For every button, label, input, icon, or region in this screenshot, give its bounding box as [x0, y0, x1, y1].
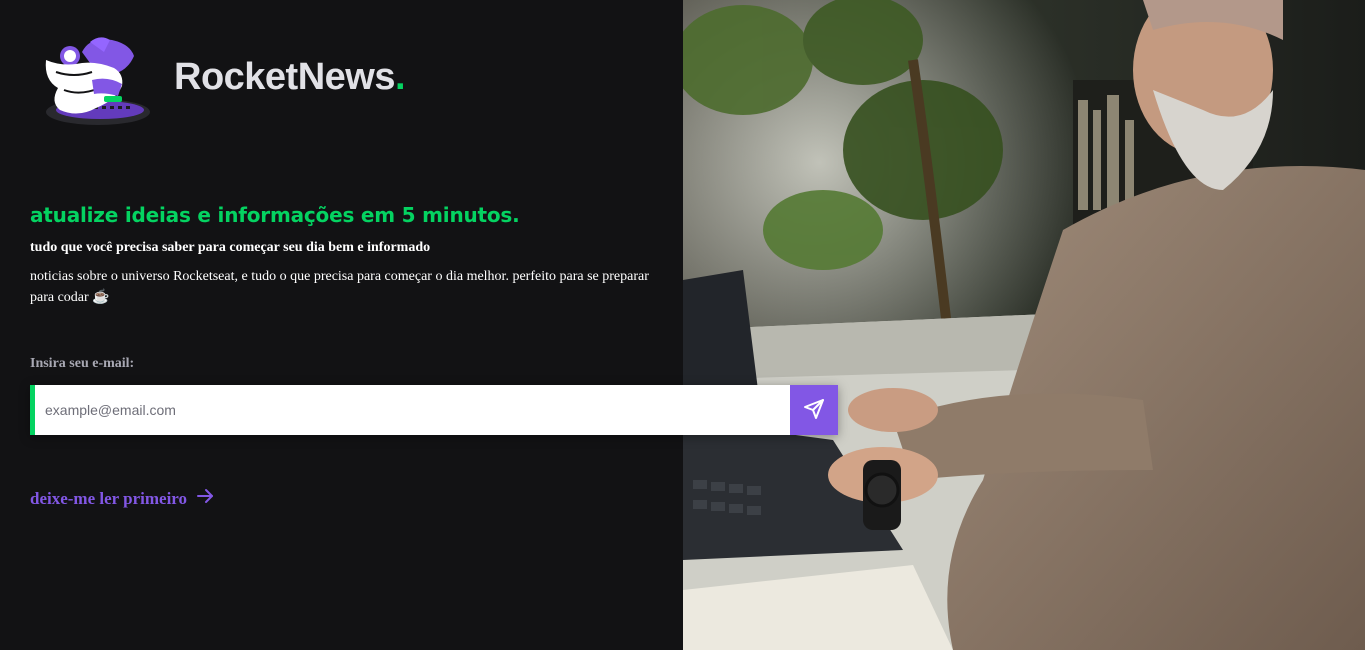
rocket-mascot-logo — [30, 30, 152, 132]
send-icon — [802, 397, 826, 424]
read-first-label: deixe-me ler primeiro — [30, 488, 188, 508]
brand-title: RocketNews. — [174, 56, 406, 99]
brand-name: RocketNews — [174, 56, 395, 98]
hero-photo — [683, 0, 1365, 650]
left-panel: RocketNews. atualize ideias e informaçõe… — [0, 0, 683, 650]
subscribe-form — [30, 385, 838, 435]
hero-subheadline: tudo que você precisa saber para começar… — [30, 240, 431, 255]
hero-description: noticias sobre o universo Rocketseat, e … — [30, 269, 649, 305]
send-button[interactable] — [790, 385, 838, 435]
read-first-link[interactable]: deixe-me ler primeiro — [30, 486, 215, 511]
brand-dot: . — [394, 56, 406, 98]
hero-headline: atualize ideias e informações em 5 minut… — [30, 203, 520, 227]
arrow-right-icon — [195, 486, 215, 511]
email-input[interactable] — [35, 385, 790, 435]
email-label: Insira seu e-mail: — [30, 356, 135, 371]
